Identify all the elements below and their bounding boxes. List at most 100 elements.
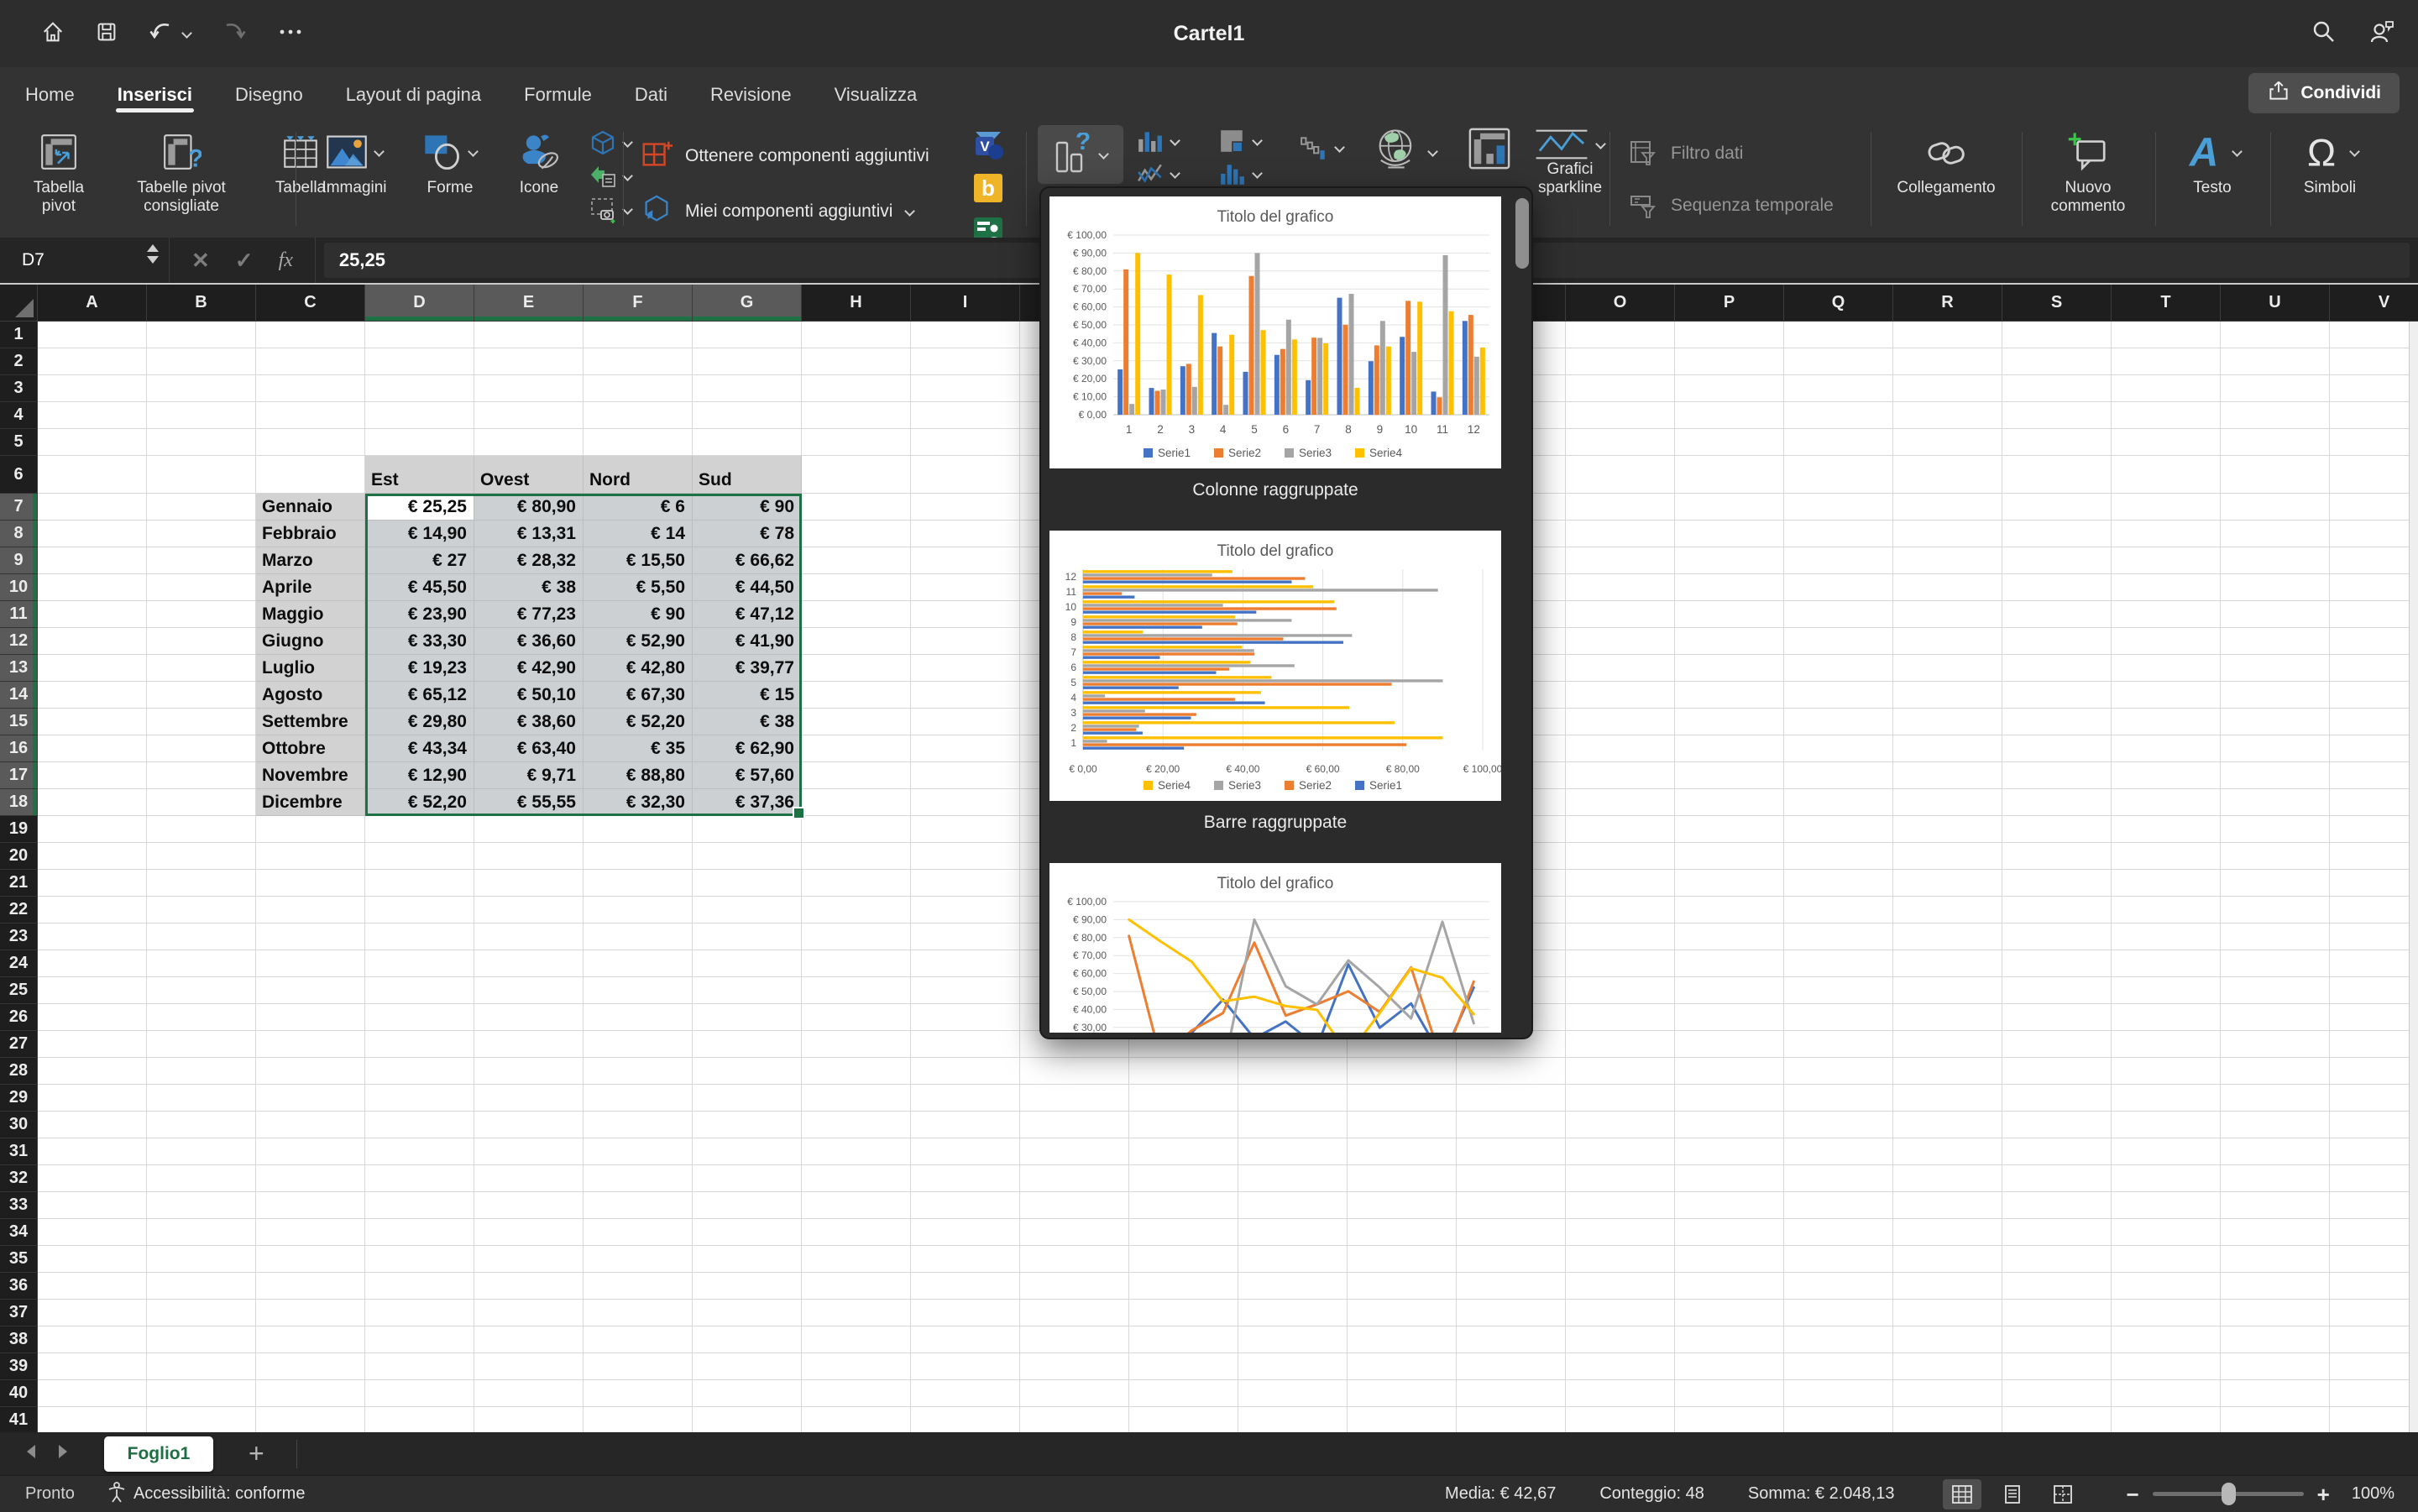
cell-I11[interactable] xyxy=(911,601,1020,628)
cell-E8[interactable]: € 13,31 xyxy=(474,521,584,547)
cell-Q2[interactable] xyxy=(1784,348,1893,375)
cell-Q27[interactable] xyxy=(1784,1031,1893,1058)
cell-V16[interactable] xyxy=(2330,735,2418,762)
cell-R34[interactable] xyxy=(1893,1219,2002,1246)
cell-K32[interactable] xyxy=(1129,1165,1238,1192)
cell-E11[interactable]: € 77,23 xyxy=(474,601,584,628)
cell-I10[interactable] xyxy=(911,574,1020,601)
cell-A2[interactable] xyxy=(38,348,147,375)
cell-M31[interactable] xyxy=(1348,1138,1457,1165)
cell-P2[interactable] xyxy=(1675,348,1784,375)
cell-E36[interactable] xyxy=(474,1273,584,1300)
cell-C39[interactable] xyxy=(256,1353,365,1380)
cell-F3[interactable] xyxy=(584,375,693,402)
view-normal-button[interactable] xyxy=(1943,1479,1981,1509)
cell-O18[interactable] xyxy=(1566,789,1675,816)
cell-H31[interactable] xyxy=(802,1138,911,1165)
cell-A11[interactable] xyxy=(38,601,147,628)
cell-T23[interactable] xyxy=(2112,923,2221,950)
cell-P22[interactable] xyxy=(1675,897,1784,923)
cell-P17[interactable] xyxy=(1675,762,1784,789)
cell-C29[interactable] xyxy=(256,1085,365,1112)
cell-T21[interactable] xyxy=(2112,870,2221,897)
cell-R32[interactable] xyxy=(1893,1165,2002,1192)
cell-T39[interactable] xyxy=(2112,1353,2221,1380)
cell-P11[interactable] xyxy=(1675,601,1784,628)
row-header-9[interactable]: 9 xyxy=(0,547,38,574)
tab-layout-di-pagina[interactable]: Layout di pagina xyxy=(344,72,483,118)
cell-R24[interactable] xyxy=(1893,950,2002,977)
cell-V21[interactable] xyxy=(2330,870,2418,897)
row-header-17[interactable]: 17 xyxy=(0,762,38,789)
cell-V26[interactable] xyxy=(2330,1004,2418,1031)
cell-T22[interactable] xyxy=(2112,897,2221,923)
cell-B26[interactable] xyxy=(147,1004,256,1031)
cell-Q36[interactable] xyxy=(1784,1273,1893,1300)
column-header-A[interactable]: A xyxy=(38,285,147,322)
cell-P36[interactable] xyxy=(1675,1273,1784,1300)
cell-U31[interactable] xyxy=(2221,1138,2330,1165)
cell-R40[interactable] xyxy=(1893,1380,2002,1407)
cell-B35[interactable] xyxy=(147,1246,256,1273)
row-header-40[interactable]: 40 xyxy=(0,1380,38,1407)
cell-O2[interactable] xyxy=(1566,348,1675,375)
cell-L30[interactable] xyxy=(1238,1112,1348,1138)
cell-V28[interactable] xyxy=(2330,1058,2418,1085)
cell-R14[interactable] xyxy=(1893,682,2002,709)
cell-O26[interactable] xyxy=(1566,1004,1675,1031)
cell-G23[interactable] xyxy=(693,923,802,950)
cell-C30[interactable] xyxy=(256,1112,365,1138)
cell-F33[interactable] xyxy=(584,1192,693,1219)
cell-E10[interactable]: € 38 xyxy=(474,574,584,601)
cell-F20[interactable] xyxy=(584,843,693,870)
cell-C40[interactable] xyxy=(256,1380,365,1407)
cell-V2[interactable] xyxy=(2330,348,2418,375)
cell-F19[interactable] xyxy=(584,816,693,843)
cell-F2[interactable] xyxy=(584,348,693,375)
pictures-button[interactable]: Immagini xyxy=(307,122,401,197)
cell-I29[interactable] xyxy=(911,1085,1020,1112)
cell-O6[interactable] xyxy=(1566,456,1675,494)
cell-Q33[interactable] xyxy=(1784,1192,1893,1219)
cell-O35[interactable] xyxy=(1566,1246,1675,1273)
row-header-33[interactable]: 33 xyxy=(0,1192,38,1219)
cell-A1[interactable] xyxy=(38,322,147,348)
cell-J39[interactable] xyxy=(1020,1353,1129,1380)
cell-G16[interactable]: € 62,90 xyxy=(693,735,802,762)
cell-C1[interactable] xyxy=(256,322,365,348)
cell-Q12[interactable] xyxy=(1784,628,1893,655)
waterfall-chart-button[interactable] xyxy=(1300,133,1345,162)
cell-S40[interactable] xyxy=(2002,1380,2112,1407)
cell-D3[interactable] xyxy=(365,375,474,402)
cell-E24[interactable] xyxy=(474,950,584,977)
cell-D7[interactable]: € 25,25 xyxy=(365,494,474,521)
cell-C11[interactable]: Maggio xyxy=(256,601,365,628)
cell-C35[interactable] xyxy=(256,1246,365,1273)
cell-C33[interactable] xyxy=(256,1192,365,1219)
cell-E21[interactable] xyxy=(474,870,584,897)
cell-U32[interactable] xyxy=(2221,1165,2330,1192)
cell-Q37[interactable] xyxy=(1784,1300,1893,1326)
cell-E26[interactable] xyxy=(474,1004,584,1031)
cell-D28[interactable] xyxy=(365,1058,474,1085)
cell-G32[interactable] xyxy=(693,1165,802,1192)
tab-revisione[interactable]: Revisione xyxy=(709,72,793,118)
visio-addin-icon[interactable]: V xyxy=(972,128,1004,165)
tab-dati[interactable]: Dati xyxy=(633,72,669,118)
cell-C9[interactable]: Marzo xyxy=(256,547,365,574)
cell-J41[interactable] xyxy=(1020,1407,1129,1434)
cell-F8[interactable]: € 14 xyxy=(584,521,693,547)
zoom-in-button[interactable]: + xyxy=(2317,1486,2330,1503)
cell-Q24[interactable] xyxy=(1784,950,1893,977)
cell-U13[interactable] xyxy=(2221,655,2330,682)
cell-B32[interactable] xyxy=(147,1165,256,1192)
cell-U9[interactable] xyxy=(2221,547,2330,574)
cell-R17[interactable] xyxy=(1893,762,2002,789)
cell-D22[interactable] xyxy=(365,897,474,923)
cell-H1[interactable] xyxy=(802,322,911,348)
cell-C6[interactable] xyxy=(256,456,365,494)
cell-D9[interactable]: € 27 xyxy=(365,547,474,574)
panel-scrollbar[interactable] xyxy=(1515,196,1529,1033)
cell-F5[interactable] xyxy=(584,429,693,456)
cell-G2[interactable] xyxy=(693,348,802,375)
